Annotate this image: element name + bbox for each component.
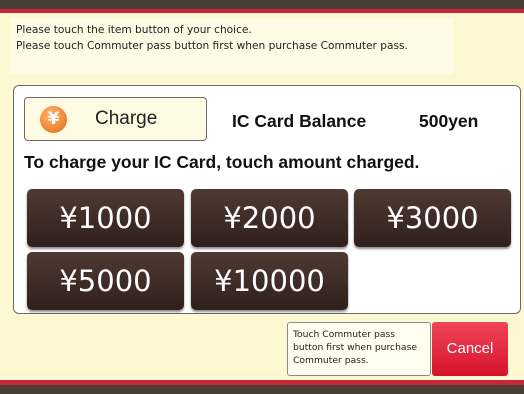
ic-card-balance-label: IC Card Balance [232,111,367,131]
amount-button-10000[interactable]: ¥10000 [191,252,348,310]
ic-card-balance-value: 500yen [419,111,479,131]
charge-panel: ¥ Charge IC Card Balance 500yen To charg… [13,85,521,314]
top-border-red [0,9,524,13]
cancel-button[interactable]: Cancel [432,322,508,376]
charge-button[interactable]: ¥ Charge [24,97,207,141]
charge-label: Charge [95,108,158,129]
note-line-2: button first when purchase [293,342,418,353]
amount-button-5000[interactable]: ¥5000 [27,252,184,310]
yen-coin-icon: ¥ [40,106,67,133]
note-line-1: Touch Commuter pass [293,329,396,340]
top-border-dark [0,0,524,9]
instruction-box: Please touch the item button of your cho… [10,18,453,74]
bottom-border-dark [0,385,524,394]
amount-button-3000[interactable]: ¥3000 [354,189,511,247]
instruction-line-2: Please touch Commuter pass button first … [16,40,408,52]
note-line-3: Commuter pass. [293,355,369,366]
amount-button-2000[interactable]: ¥2000 [191,189,348,247]
charge-prompt: To charge your IC Card, touch amount cha… [24,152,420,172]
amount-button-1000[interactable]: ¥1000 [27,189,184,247]
commuter-pass-note: Touch Commuter pass button first when pu… [287,322,431,376]
instruction-line-1: Please touch the item button of your cho… [16,24,252,36]
